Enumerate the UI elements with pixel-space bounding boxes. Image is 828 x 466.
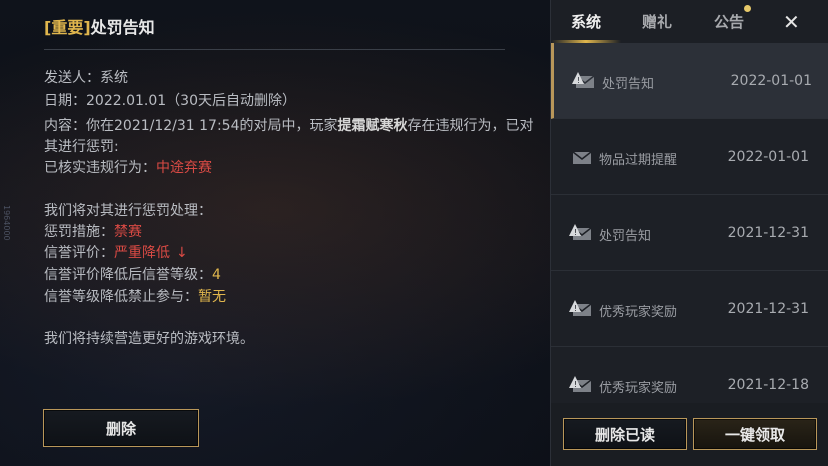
punish-value: 禁赛 [114, 224, 142, 240]
list-item[interactable]: ! 优秀玩家奖励 2021-12-18 [551, 347, 828, 403]
svg-text:!: ! [574, 380, 577, 389]
verified-label: 已核实违规行为： [44, 160, 156, 176]
punish-line: 惩罚措施：禁赛 [44, 221, 142, 241]
ban-line: 信誉等级降低禁止参与：暂无 [44, 286, 226, 306]
notification-dot [744, 5, 751, 12]
tab-system[interactable]: 系统 [571, 11, 601, 32]
svg-text:!: ! [574, 304, 577, 313]
mail-warning-icon: ! [569, 376, 592, 392]
mail-title: [重要]处罚告知 [44, 14, 155, 38]
close-icon[interactable]: ✕ [783, 10, 800, 34]
credit-line: 信誉评价：严重降低 ↓ [44, 242, 188, 262]
ban-label: 信誉等级降低禁止参与： [44, 289, 198, 305]
delete-button[interactable]: 删除 [43, 409, 199, 447]
content-line-2: 其进行惩罚: [44, 139, 119, 155]
delete-read-button[interactable]: 删除已读 [563, 418, 687, 450]
mail-detail-pane: 1964000 [重要]处罚告知 发送人：系统 日期：2022.01.01（30… [0, 0, 550, 466]
list-item-title: 处罚告知 [602, 77, 655, 92]
content-label: 内容： [44, 118, 86, 134]
mail-warning-icon: ! [572, 72, 595, 88]
date-label: 日期： [44, 93, 86, 109]
list-item-date: 2021-12-31 [727, 225, 809, 241]
verified-value: 中途弃赛 [156, 160, 212, 176]
player-name: 提霜赋寒秋 [337, 118, 408, 134]
tab-gift[interactable]: 赠礼 [642, 11, 672, 32]
tab-announcement[interactable]: 公告 [714, 11, 744, 32]
level-line: 信誉评价降低后信誉等级：4 [44, 264, 221, 284]
mail-list: ! 处罚告知 2022-01-01 物品过期提醒 2022-01-01 ! 处罚… [551, 43, 828, 403]
mail-warning-icon: ! [569, 300, 592, 316]
list-item[interactable]: ! 处罚告知 2022-01-01 [551, 43, 828, 119]
list-item[interactable]: ! 优秀玩家奖励 2021-12-31 [551, 271, 828, 347]
handle-heading: 我们将对其进行惩罚处理： [44, 203, 212, 219]
level-label: 信誉评价降低后信誉等级： [44, 267, 212, 283]
list-item-title: 物品过期提醒 [599, 153, 678, 168]
closing-line: 我们将持续营造更好的游戏环境。 [44, 331, 254, 347]
level-value: 4 [212, 267, 221, 283]
down-arrow-icon: ↓ [176, 245, 188, 261]
list-item-date: 2022-01-01 [730, 73, 812, 89]
list-item-title: 处罚告知 [599, 229, 652, 244]
list-item-date: 2022-01-01 [727, 149, 809, 165]
claim-all-button[interactable]: 一键领取 [693, 418, 817, 450]
list-item-date: 2021-12-31 [727, 301, 809, 317]
punish-label: 惩罚措施： [44, 224, 114, 240]
sender-value: 系统 [100, 70, 128, 86]
list-item[interactable]: 物品过期提醒 2022-01-01 [551, 119, 828, 195]
credit-label: 信誉评价： [44, 245, 114, 261]
ban-value: 暂无 [198, 289, 226, 305]
list-item-title: 优秀玩家奖励 [599, 305, 678, 320]
list-item-title: 优秀玩家奖励 [599, 381, 678, 396]
mail-icon [572, 151, 592, 164]
svg-text:!: ! [574, 228, 577, 237]
sender-label: 发送人： [44, 70, 100, 86]
sidebar-footer: 删除已读 一键领取 [551, 403, 828, 466]
list-item-date: 2021-12-18 [727, 377, 809, 393]
tab-bar: 系统 赠礼 公告 ✕ [551, 0, 828, 44]
content-text-a: 你在2021/12/31 17:54的对局中，玩家 [86, 118, 338, 134]
important-tag: [重要] [44, 18, 91, 37]
date-line: 日期：2022.01.01（30天后自动删除） [44, 90, 296, 110]
title-divider [44, 49, 505, 50]
sender-line: 发送人：系统 [44, 67, 128, 87]
content-text-b: 存在违规行为，已对 [407, 118, 534, 134]
mail-sidebar: 系统 赠礼 公告 ✕ ! 处罚告知 2022-01-01 物品过期提醒 2022… [550, 0, 828, 466]
mail-title-text: 处罚告知 [90, 18, 155, 37]
date-value: 2022.01.01（30天后自动删除） [86, 93, 296, 109]
side-id-label: 1964000 [2, 205, 11, 241]
mail-warning-icon: ! [569, 224, 592, 240]
verified-line: 已核实违规行为：中途弃赛 [44, 157, 212, 177]
svg-text:!: ! [577, 76, 580, 85]
content-line-1: 内容：你在2021/12/31 17:54的对局中，玩家提霜赋寒秋存在违规行为，… [44, 115, 534, 135]
credit-value: 严重降低 [114, 245, 170, 261]
list-item[interactable]: ! 处罚告知 2021-12-31 [551, 195, 828, 271]
